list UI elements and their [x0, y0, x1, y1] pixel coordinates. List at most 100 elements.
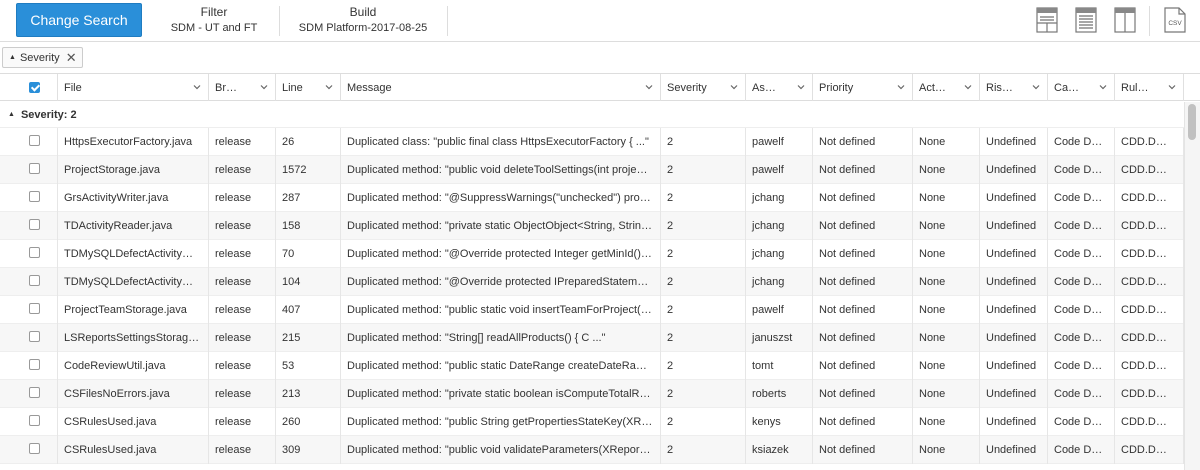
layout-list-icon[interactable]: [1075, 7, 1097, 33]
chip-label: Severity: [19, 51, 60, 64]
csv-export-icon[interactable]: CSV: [1164, 7, 1186, 33]
row-checkbox[interactable]: [29, 415, 40, 426]
chevron-down-icon[interactable]: [897, 83, 905, 91]
select-all-checkbox[interactable]: [29, 82, 40, 93]
filter-selector[interactable]: Filter SDM - UT and FT: [160, 5, 268, 37]
cell-branch: release: [209, 296, 276, 324]
chevron-down-icon[interactable]: [964, 83, 972, 91]
cell-priority: Not defined: [813, 436, 913, 464]
cell-message: Duplicated method: "@SuppressWarnings("u…: [341, 184, 661, 212]
column-header-risk[interactable]: Ris…: [980, 74, 1048, 101]
close-icon[interactable]: ✕: [66, 51, 77, 64]
chevron-down-icon[interactable]: [730, 83, 738, 91]
row-checkbox[interactable]: [29, 163, 40, 174]
cell-file: ProjectStorage.java: [58, 156, 209, 184]
table-row[interactable]: ProjectStorage.java release 1572 Duplicated…: [0, 156, 1184, 184]
column-header-branch[interactable]: Br…: [209, 74, 276, 101]
column-header-assignee[interactable]: As…: [746, 74, 813, 101]
table-row[interactable]: CSRulesUsed.java release 309 Duplicated met…: [0, 436, 1184, 464]
build-selector[interactable]: Build SDM Platform-2017-08-25: [288, 5, 438, 37]
cell-rule: CDD.D…: [1115, 324, 1184, 352]
cell-assignee: jchang: [746, 240, 813, 268]
cell-action: None: [913, 184, 980, 212]
chevron-down-icon[interactable]: [325, 83, 333, 91]
table-row[interactable]: ProjectTeamStorage.java release 407 Duplica…: [0, 296, 1184, 324]
row-checkbox[interactable]: [29, 219, 40, 230]
change-search-button[interactable]: Change Search: [16, 3, 142, 37]
table-row[interactable]: CSFilesNoErrors.java release 213 Duplicated…: [0, 380, 1184, 408]
chevron-down-icon[interactable]: [645, 83, 653, 91]
cell-rule: CDD.D…: [1115, 184, 1184, 212]
row-checkbox[interactable]: [29, 303, 40, 314]
cell-assignee: jchang: [746, 184, 813, 212]
cell-branch: release: [209, 436, 276, 464]
row-select-cell: [0, 296, 58, 324]
cell-branch: release: [209, 268, 276, 296]
cell-severity: 2: [661, 324, 746, 352]
cell-branch: release: [209, 240, 276, 268]
cell-assignee: kenys: [746, 408, 813, 436]
toolbar: Change Search Filter SDM - UT and FT Bui…: [0, 0, 1200, 42]
column-header-priority[interactable]: Priority: [813, 74, 913, 101]
column-header-action[interactable]: Act…: [913, 74, 980, 101]
cell-message: Duplicated method: "private static boole…: [341, 380, 661, 408]
row-checkbox[interactable]: [29, 443, 40, 454]
row-checkbox[interactable]: [29, 247, 40, 258]
layout-top-icon[interactable]: [1036, 7, 1058, 33]
row-checkbox[interactable]: [29, 275, 40, 286]
cell-branch: release: [209, 128, 276, 156]
cell-rule: CDD.D…: [1115, 240, 1184, 268]
filter-title: Filter: [200, 5, 228, 19]
column-header-rule[interactable]: Rul…: [1115, 74, 1184, 101]
cell-severity: 2: [661, 296, 746, 324]
table-row[interactable]: TDMySQLDefectActivity… release 70 Duplicate…: [0, 240, 1184, 268]
cell-severity: 2: [661, 184, 746, 212]
cell-severity: 2: [661, 268, 746, 296]
table-row[interactable]: TDActivityReader.java release 158 Duplicate…: [0, 212, 1184, 240]
cell-message: Duplicated method: "private static Objec…: [341, 212, 661, 240]
cell-risk: Undefined: [980, 184, 1048, 212]
cell-action: None: [913, 324, 980, 352]
scrollbar-thumb[interactable]: [1188, 104, 1196, 140]
row-select-cell: [0, 436, 58, 464]
cell-priority: Not defined: [813, 128, 913, 156]
cell-line: 104: [276, 268, 341, 296]
column-header-severity[interactable]: Severity: [661, 74, 746, 101]
cell-severity: 2: [661, 408, 746, 436]
table-row[interactable]: LSReportsSettingsStorag… release 215 Duplic…: [0, 324, 1184, 352]
table-row[interactable]: TDMySQLDefectActivity… release 104 Duplicat…: [0, 268, 1184, 296]
column-header-line[interactable]: Line: [276, 74, 341, 101]
row-checkbox[interactable]: [29, 191, 40, 202]
table-row[interactable]: GrsActivityWriter.java release 287 Duplicat…: [0, 184, 1184, 212]
cell-message: Duplicated method: "public void validate…: [341, 436, 661, 464]
row-checkbox[interactable]: [29, 331, 40, 342]
chevron-down-icon[interactable]: [1168, 83, 1176, 91]
chevron-down-icon[interactable]: [1032, 83, 1040, 91]
collapse-triangle-icon: ▲: [9, 54, 16, 61]
column-header-message[interactable]: Message: [341, 74, 661, 101]
severity-filter-chip[interactable]: ▲ Severity ✕: [2, 47, 83, 68]
table-row[interactable]: CodeReviewUtil.java release 53 Duplicated m…: [0, 352, 1184, 380]
vertical-scrollbar[interactable]: [1184, 102, 1200, 470]
collapse-triangle-icon[interactable]: ▲: [8, 111, 15, 118]
toolbar-divider: [447, 6, 448, 36]
chevron-down-icon[interactable]: [193, 83, 201, 91]
group-row-severity[interactable]: ▲ Severity: 2: [0, 102, 1184, 128]
table-row[interactable]: CSRulesUsed.java release 260 Duplicated met…: [0, 408, 1184, 436]
table-row[interactable]: HttpsExecutorFactory.java release 26 Duplic…: [0, 128, 1184, 156]
column-header-label: As…: [752, 81, 776, 94]
chevron-down-icon[interactable]: [797, 83, 805, 91]
chevron-down-icon[interactable]: [260, 83, 268, 91]
layout-split-icon[interactable]: [1114, 7, 1136, 33]
chevron-down-icon[interactable]: [1099, 83, 1107, 91]
column-header-file[interactable]: File: [58, 74, 209, 101]
row-checkbox[interactable]: [29, 387, 40, 398]
column-header-category[interactable]: Ca…: [1048, 74, 1115, 101]
cell-line: 158: [276, 212, 341, 240]
row-checkbox[interactable]: [29, 135, 40, 146]
cell-category: Code D…: [1048, 408, 1115, 436]
cell-line: 260: [276, 408, 341, 436]
build-title: Build: [349, 5, 377, 19]
row-checkbox[interactable]: [29, 359, 40, 370]
cell-risk: Undefined: [980, 352, 1048, 380]
